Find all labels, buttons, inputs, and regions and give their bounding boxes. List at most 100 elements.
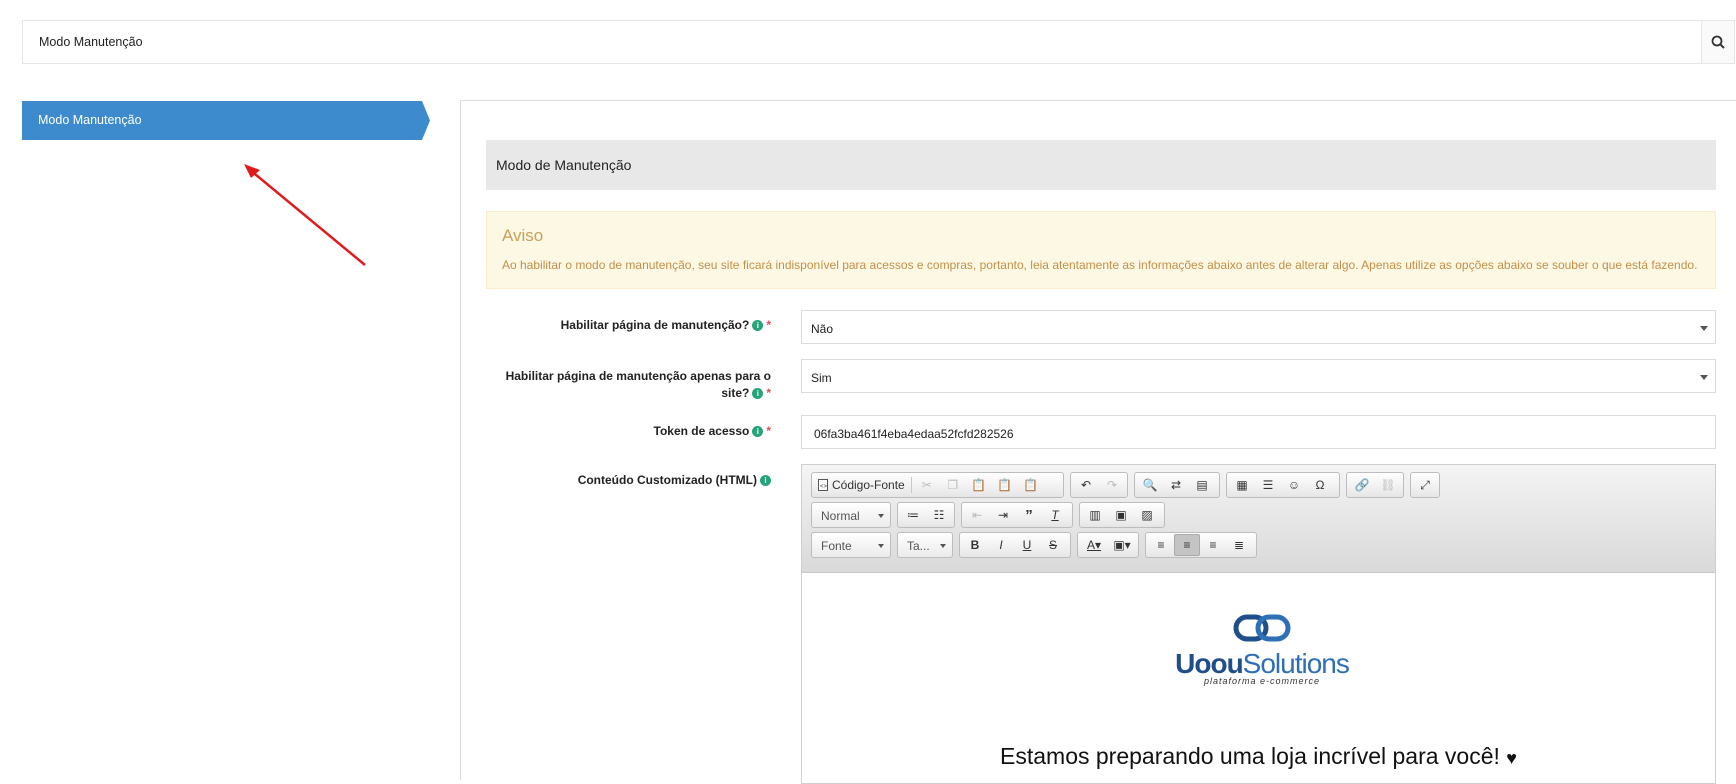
toolbar-group-document: <> Código-Fonte ✂ ❐ 📋 📋 📋	[811, 472, 1064, 498]
text-color-icon[interactable]: A▾	[1080, 534, 1108, 556]
select-all-icon[interactable]: ▤	[1189, 474, 1215, 496]
select-value: Sim	[811, 371, 832, 385]
sidebar-item-modo-manutencao[interactable]: Modo Manutenção	[22, 101, 430, 140]
svg-text:<>: <>	[820, 484, 828, 490]
font-value: Fonte	[821, 539, 852, 553]
chevron-down-icon	[878, 544, 884, 548]
sidebar-item-label: Modo Manutenção	[38, 113, 142, 127]
chevron-down-icon	[878, 514, 884, 518]
required-marker: *	[766, 386, 771, 400]
enable-maintenance-select[interactable]: Não	[801, 310, 1716, 344]
underline-icon[interactable]: U	[1014, 534, 1040, 556]
chevron-down-icon	[940, 544, 946, 548]
section-header: Modo de Manutenção	[486, 140, 1716, 190]
video-icon[interactable]: ▥	[1082, 504, 1108, 526]
required-marker: *	[766, 424, 771, 438]
search-icon	[1711, 35, 1725, 49]
content-headline: Estamos preparando uma loja incrível par…	[802, 743, 1715, 770]
section-title: Modo de Manutenção	[496, 157, 632, 173]
heart-icon: ♥	[1506, 748, 1517, 768]
logo-brand-light: Solutions	[1242, 648, 1350, 679]
info-icon[interactable]: i	[752, 320, 764, 332]
horizontal-line-icon[interactable]: ☰	[1255, 474, 1281, 496]
smiley-icon[interactable]: ☺	[1281, 474, 1307, 496]
outdent-icon[interactable]: ⇤	[964, 504, 990, 526]
editor-content-area[interactable]: UoouSolutions plataforma e-commerce Esta…	[802, 573, 1715, 783]
size-select[interactable]: Ta...	[897, 532, 953, 558]
enable-site-only-select[interactable]: Sim	[801, 359, 1716, 393]
page-title: Modo Manutenção	[39, 35, 143, 49]
enable-maintenance-label: Habilitar página de manutenção? i *	[561, 318, 771, 332]
replace-icon[interactable]: ⇄	[1163, 474, 1189, 496]
info-icon[interactable]: i	[760, 475, 771, 487]
align-right-icon[interactable]: ≡	[1200, 534, 1226, 556]
cut-icon[interactable]: ✂	[914, 474, 940, 496]
format-value: Normal	[821, 509, 860, 523]
italic-icon[interactable]: I	[988, 534, 1014, 556]
find-icon[interactable]: 🔍	[1137, 474, 1163, 496]
token-input[interactable]: 06fa3ba461f4eba4edaa52fcfd282526	[801, 415, 1716, 449]
token-label: Token de acesso i *	[654, 424, 772, 438]
align-left-icon[interactable]: ≡	[1148, 534, 1174, 556]
label-text: Habilitar página de manutenção?	[560, 318, 750, 332]
search-button[interactable]	[1701, 21, 1734, 63]
chain-link-icon	[1233, 614, 1291, 642]
uoou-solutions-logo: UoouSolutions plataforma e-commerce	[1162, 613, 1362, 686]
numbered-list-icon[interactable]: ≔	[900, 504, 926, 526]
toolbar-group-basic-styles: B I U S	[959, 532, 1071, 558]
toolbar-group-media: ▥ ▣ ▨	[1079, 502, 1165, 528]
headline-text: Estamos preparando uma loja incrível par…	[1000, 743, 1500, 769]
logo-brand-bold: Uoou	[1175, 648, 1244, 679]
toolbar-group-link: 🔗 ⛓	[1346, 472, 1404, 498]
strikethrough-icon[interactable]: S	[1040, 534, 1066, 556]
source-button[interactable]: <> Código-Fonte	[814, 474, 909, 496]
link-icon[interactable]: 🔗	[1349, 474, 1375, 496]
chevron-down-icon	[1700, 375, 1708, 380]
chevron-down-icon	[1700, 326, 1708, 331]
toolbar-group-align: ≡ ≡ ≡ ≣	[1145, 532, 1257, 558]
toolbar-group-colors: A▾ ▣▾	[1077, 532, 1139, 558]
bulleted-list-icon[interactable]: ☷	[926, 504, 952, 526]
copy-icon[interactable]: ❐	[940, 474, 966, 496]
info-icon[interactable]: i	[752, 388, 764, 400]
size-value: Ta...	[907, 539, 930, 553]
toolbar-group-find: 🔍 ⇄ ▤	[1134, 472, 1220, 498]
custom-content-label: Conteúdo Customizado (HTML) i	[578, 473, 771, 487]
paste-word-icon[interactable]: 📋	[1018, 474, 1044, 496]
toolbar-group-undo: ↶ ↷	[1070, 472, 1128, 498]
enable-site-only-label: Habilitar página de manutenção apenas pa…	[506, 368, 771, 402]
select-value: Não	[811, 322, 834, 336]
toolbar-group-lists: ≔ ☷	[897, 502, 955, 528]
indent-icon[interactable]: ⇥	[990, 504, 1016, 526]
iframe-icon[interactable]: ▣	[1108, 504, 1134, 526]
undo-icon[interactable]: ↶	[1073, 474, 1099, 496]
maximize-icon[interactable]: ⤢	[1413, 474, 1437, 496]
font-select[interactable]: Fonte	[811, 532, 891, 558]
warning-alert: Aviso Ao habilitar o modo de manutenção,…	[486, 211, 1716, 289]
bold-icon[interactable]: B	[962, 534, 988, 556]
unlink-icon[interactable]: ⛓	[1375, 474, 1401, 496]
format-select[interactable]: Normal	[811, 502, 891, 528]
paste-icon[interactable]: 📋	[966, 474, 992, 496]
alert-title: Aviso	[502, 226, 544, 245]
source-label: Código-Fonte	[832, 478, 905, 492]
remove-format-icon[interactable]: T	[1042, 504, 1068, 526]
background-color-icon[interactable]: ▣▾	[1108, 534, 1136, 556]
editor-toolbar: <> Código-Fonte ✂ ❐ 📋 📋 📋 ↶ ↷ 🔍 ⇄ ▤ ▦ ☰ …	[802, 465, 1715, 573]
align-justify-icon[interactable]: ≣	[1226, 534, 1252, 556]
image-icon[interactable]: ▨	[1134, 504, 1160, 526]
table-icon[interactable]: ▦	[1229, 474, 1255, 496]
blockquote-icon[interactable]: ”	[1016, 504, 1042, 526]
info-icon[interactable]: i	[752, 426, 764, 438]
align-center-icon[interactable]: ≡	[1174, 534, 1200, 556]
paste-text-icon[interactable]: 📋	[992, 474, 1018, 496]
toolbar-separator	[910, 477, 912, 493]
toolbar-group-view: ⤢	[1410, 472, 1440, 498]
alert-text: Ao habilitar o modo de manutenção, seu s…	[502, 258, 1698, 272]
input-value: 06fa3ba461f4eba4edaa52fcfd282526	[814, 427, 1014, 441]
special-char-icon[interactable]: Ω	[1307, 474, 1333, 496]
label-text: Token de acesso	[653, 424, 750, 438]
label-text-line1: Habilitar página de manutenção apenas pa…	[505, 369, 771, 383]
toolbar-group-indent: ⇤ ⇥ ” T	[961, 502, 1073, 528]
redo-icon[interactable]: ↷	[1099, 474, 1125, 496]
